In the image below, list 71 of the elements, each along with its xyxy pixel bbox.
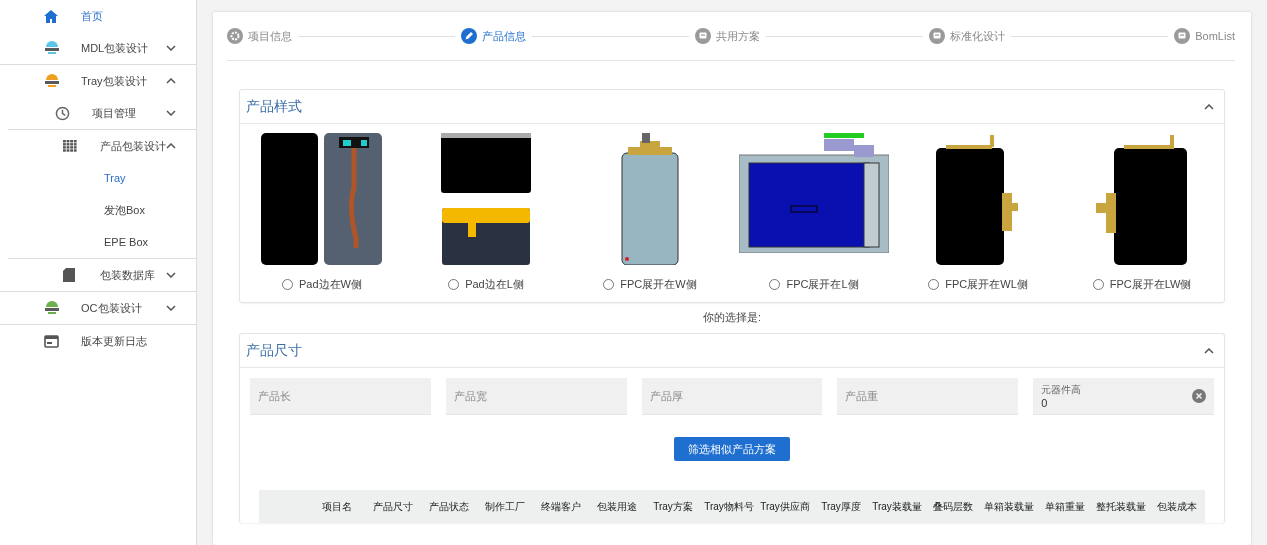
nav-item[interactable]: 项目管理 — [0, 97, 196, 129]
radio-option[interactable]: Pad边在W侧 — [282, 277, 362, 292]
input-field[interactable]: 元器件高 0 — [1033, 378, 1214, 415]
memory-card-icon — [63, 268, 75, 282]
radio-option[interactable]: FPC展开在W侧 — [603, 277, 697, 292]
column-header: Tray装载量 — [871, 499, 923, 514]
column-header: Tray方案 — [652, 499, 694, 514]
column-header: 产品状态 — [428, 499, 470, 514]
step-tab[interactable]: 标准化设计 — [929, 28, 1006, 44]
column-header: 叠码层数 — [932, 499, 974, 514]
home-icon — [44, 9, 58, 23]
input-field[interactable]: 产品宽 — [445, 378, 627, 415]
grid-icon — [63, 140, 77, 152]
input-field[interactable]: 产品长 — [250, 378, 431, 415]
step-tab[interactable]: 项目信息 — [227, 28, 292, 44]
chevron-down-icon — [166, 272, 176, 278]
chevron-down-icon — [166, 45, 176, 51]
column-header: Tray供应商 — [759, 499, 811, 514]
nav-item[interactable]: Tray — [0, 162, 196, 194]
column-header: 包装成本 — [1156, 499, 1198, 514]
panel-title: 产品尺寸 — [246, 341, 302, 360]
nav-item[interactable]: 产品包装设计 — [8, 130, 196, 162]
nav-item[interactable]: MDL包装设计 — [0, 32, 196, 64]
clock-icon — [55, 105, 70, 121]
nav-item[interactable]: EPE Box — [0, 226, 196, 258]
input-field[interactable]: 产品厚 — [641, 378, 823, 415]
step-tab[interactable]: 产品信息 — [461, 28, 527, 44]
column-header: 产品尺寸 — [372, 499, 414, 514]
clear-icon[interactable] — [1192, 389, 1206, 403]
badge-icon — [44, 73, 60, 89]
nav-item[interactable]: 版本更新日志 — [0, 325, 196, 357]
nav-item[interactable]: OC包装设计 — [0, 292, 196, 324]
gear-icon — [227, 28, 243, 44]
window-icon — [44, 334, 59, 348]
chevron-down-icon — [166, 110, 176, 116]
chevron-up-icon — [166, 143, 176, 149]
column-header: Tray厚度 — [820, 499, 862, 514]
column-header: 终端客户 — [540, 499, 582, 514]
radio-option[interactable]: Pad边在L侧 — [448, 277, 524, 292]
column-header: 单箱重量 — [1044, 499, 1086, 514]
column-header: 整托装载量 — [1095, 499, 1147, 514]
badge-icon — [44, 40, 60, 56]
column-header: Tray物料号 — [703, 499, 755, 514]
nav-item[interactable]: 首页 — [0, 0, 196, 32]
panel-title: 产品样式 — [246, 97, 302, 116]
column-header: 项目名 — [321, 499, 353, 514]
column-header: 制作工厂 — [484, 499, 526, 514]
choice-label: 你的选择是: — [701, 310, 763, 325]
step-icon — [929, 28, 946, 44]
radio-option[interactable]: FPC展开在L侧 — [769, 277, 859, 292]
chevron-up-icon — [166, 78, 176, 84]
step-tab[interactable]: 共用方案 — [695, 28, 761, 44]
step-icon — [1174, 28, 1191, 44]
filter-button[interactable]: 筛选相似产品方案 — [674, 437, 790, 461]
nav-item[interactable]: 包装数据库 — [8, 259, 196, 291]
chevron-up-icon — [1204, 347, 1214, 354]
chevron-up-icon — [1204, 103, 1214, 110]
column-header: 包装用途 — [596, 499, 638, 514]
nav-item[interactable]: 发泡Box — [0, 194, 196, 226]
input-field[interactable]: 产品重 — [837, 378, 1019, 415]
chevron-down-icon — [166, 305, 176, 311]
step-icon — [695, 28, 712, 44]
badge-icon — [44, 300, 60, 316]
radio-option[interactable]: FPC展开在LW侧 — [1092, 277, 1192, 292]
step-tab[interactable]: BomList — [1174, 28, 1235, 44]
radio-option[interactable]: FPC展开在WL侧 — [928, 277, 1028, 292]
pencil-icon — [461, 28, 478, 44]
field-label: 元器件高 — [1041, 383, 1083, 397]
nav-item[interactable]: Tray包装设计 — [0, 65, 196, 97]
value-input[interactable]: 0 — [1041, 397, 1192, 409]
column-header: 单箱装载量 — [983, 499, 1035, 514]
